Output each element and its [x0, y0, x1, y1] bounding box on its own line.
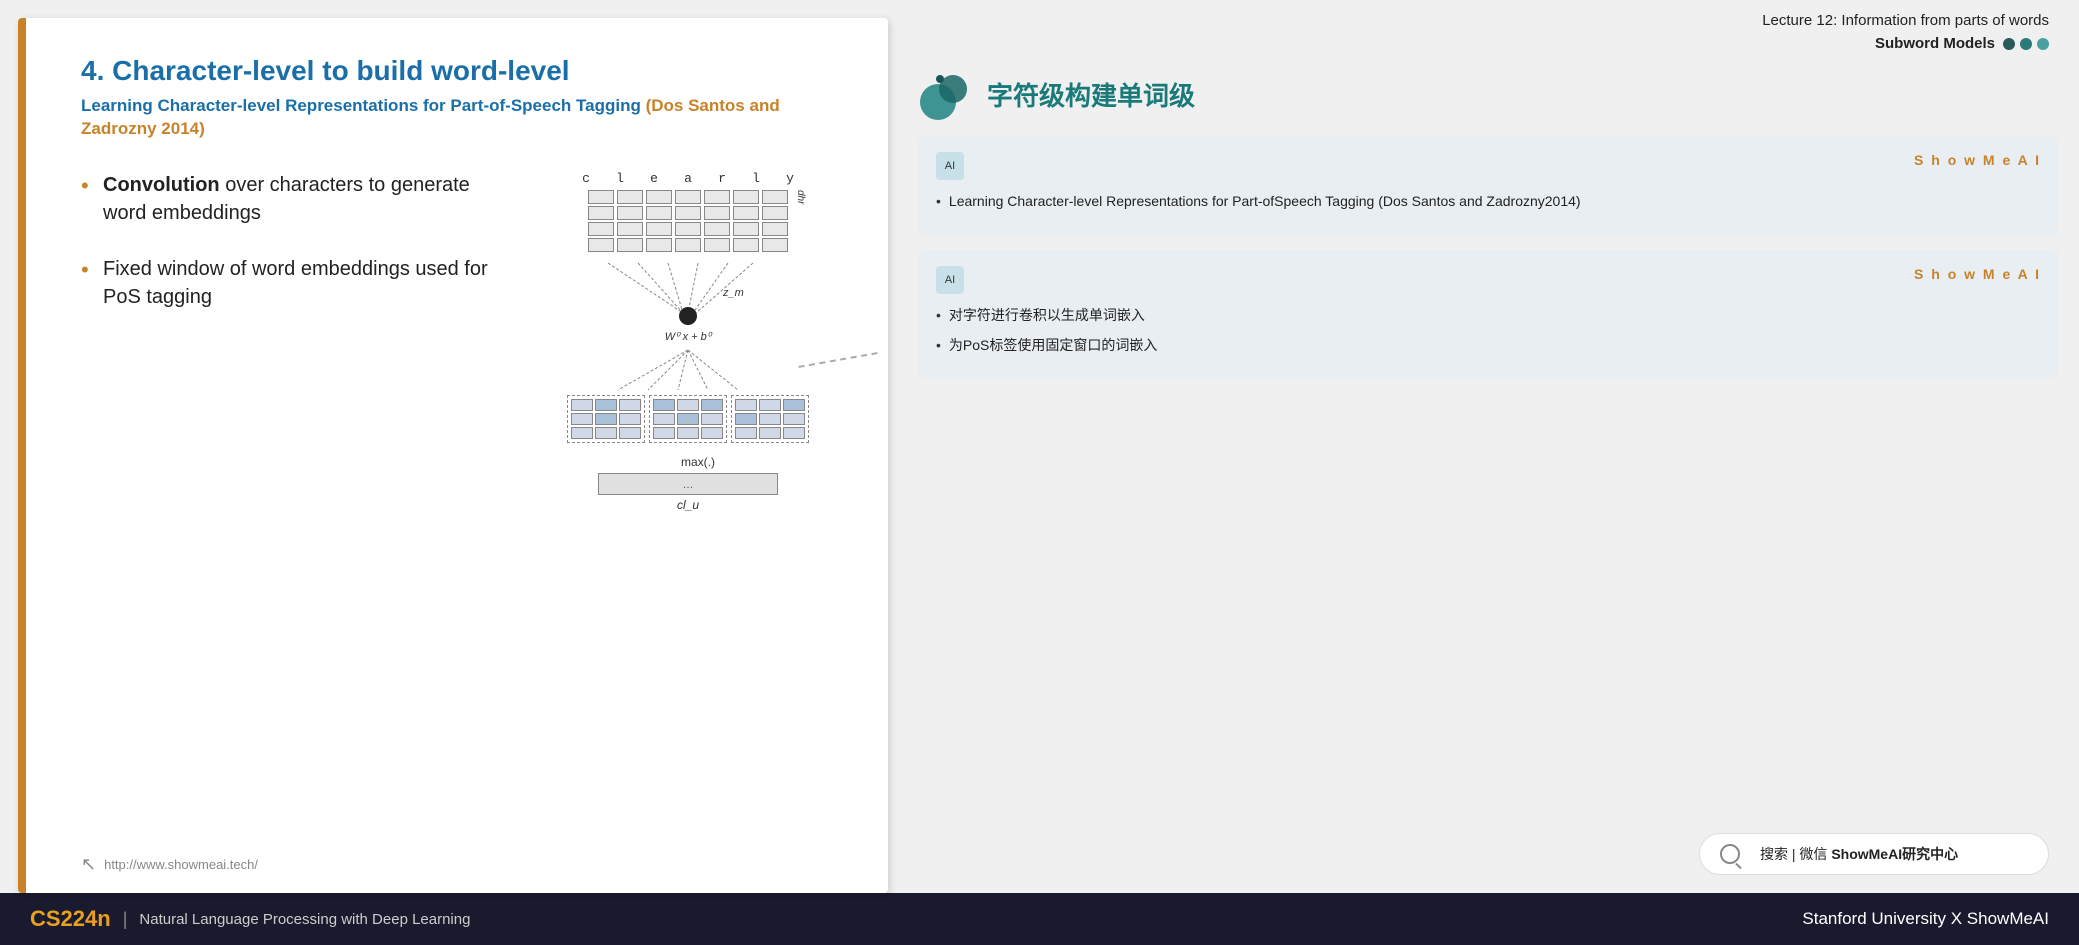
- char-col-1: [588, 190, 614, 252]
- char-e: e: [640, 171, 668, 186]
- bullet1-bold: Convolution: [103, 174, 220, 196]
- bottom-bar: CS224n | Natural Language Processing wit…: [0, 893, 2079, 945]
- max-pool-section: max(.) … cl_u: [528, 455, 848, 512]
- footer-url: http://www.showmeai.tech/: [104, 857, 258, 872]
- conv-group-2: [649, 395, 727, 443]
- char-l2: l: [742, 171, 770, 186]
- card2-ai-icon: AI: [936, 266, 964, 294]
- card1-brand: S h o w M e A I: [1914, 152, 2041, 168]
- section-header: 字符级构建单词级: [918, 67, 2059, 122]
- bottom-subtitle: Natural Language Processing with Deep Le…: [139, 911, 470, 928]
- search-text: 搜索 | 微信 ShowMeAI研究中心: [1760, 844, 1958, 864]
- search-bar[interactable]: 搜索 | 微信 ShowMeAI研究中心: [1699, 833, 2049, 875]
- char-col-7: [762, 190, 788, 252]
- char-y: y: [776, 171, 804, 186]
- bullet-list: Convolution over characters to generate …: [81, 171, 508, 339]
- bottom-left: CS224n | Natural Language Processing wit…: [30, 906, 470, 932]
- bottom-divider: |: [123, 909, 128, 930]
- section-title-zh: 字符级构建单词级: [987, 76, 1195, 113]
- divergence-arrows: [588, 345, 788, 395]
- lecture-header: Lecture 12: Information from parts of wo…: [918, 10, 2059, 55]
- conv-feature-maps: [567, 395, 809, 443]
- connector-line: [798, 352, 877, 368]
- slide-title: 4. Character-level to build word-level: [81, 54, 848, 88]
- slide-body: Convolution over characters to generate …: [81, 171, 848, 512]
- cs224n-label: CS224n: [30, 906, 111, 932]
- char-r: r: [708, 171, 736, 186]
- char-a: a: [674, 171, 702, 186]
- svg-text:z_m: z_m: [722, 287, 744, 299]
- stanford-showmeai-label: Stanford University X ShowMeAI: [1802, 909, 2049, 928]
- char-c: c: [572, 171, 600, 186]
- dot-1: [2003, 38, 2015, 50]
- card2-bullet-dot-1: •: [936, 304, 941, 328]
- slide-subtitle: Learning Character-level Representations…: [81, 94, 848, 142]
- card2-bullet-1: • 对字符进行卷积以生成单词嵌入: [936, 304, 2041, 328]
- search-bar-container: 搜索 | 微信 ShowMeAI研究中心: [918, 833, 2059, 883]
- card1-body: • Learning Character-level Representatio…: [936, 190, 2041, 214]
- lecture-line1: Lecture 12: Information from parts of wo…: [918, 10, 2049, 33]
- main-content: 4. Character-level to build word-level L…: [0, 0, 2079, 893]
- card2-body: • 对字符进行卷积以生成单词嵌入 • 为PoS标签使用固定窗口的词嵌入: [936, 304, 2041, 358]
- char-l: l: [606, 171, 634, 186]
- search-brand: ShowMeAI研究中心: [1831, 846, 1958, 862]
- char-col-4: [675, 190, 701, 252]
- dot-2: [2020, 38, 2032, 50]
- ai-icon-label: AI: [945, 160, 955, 172]
- card2-header: AI S h o w M e A I: [936, 266, 2041, 294]
- subtitle-main: Learning Character-level Representations…: [81, 96, 641, 115]
- convergence-arrows: z_m: [588, 258, 788, 328]
- char-col-5: [704, 190, 730, 252]
- clu-label: cl_u: [677, 498, 699, 512]
- card1-bullet: • Learning Character-level Representatio…: [936, 190, 2041, 214]
- card2-text-1: 对字符进行卷积以生成单词嵌入: [949, 304, 1145, 328]
- bullet-item-1: Convolution over characters to generate …: [81, 171, 508, 227]
- bullet-item-2: Fixed window of word embeddings used for…: [81, 255, 508, 311]
- card2-brand: S h o w M e A I: [1914, 266, 2041, 282]
- bottom-right: Stanford University X ShowMeAI: [1802, 909, 2049, 929]
- card-2: AI S h o w M e A I • 对字符进行卷积以生成单词嵌入 • 为P…: [918, 250, 2059, 380]
- card1-ai-icon: AI: [936, 152, 964, 180]
- card2-text-2: 为PoS标签使用固定窗口的词嵌入: [949, 334, 1157, 358]
- cursor-icon: ↖: [81, 854, 96, 875]
- char-col-2: [617, 190, 643, 252]
- lecture-line2: Subword Models: [1875, 33, 1995, 56]
- conv-group-1: [567, 395, 645, 443]
- dhr-label: dhr: [795, 190, 806, 204]
- section-wave-icon: [918, 67, 973, 122]
- lecture-dots: [2003, 38, 2049, 50]
- right-panel: Lecture 12: Information from parts of wo…: [908, 0, 2079, 893]
- card2-bullet-dot-2: •: [936, 334, 941, 358]
- card1-text: Learning Character-level Representations…: [949, 190, 1581, 214]
- char-embedding-boxes: dhr: [588, 190, 788, 252]
- search-label: 搜索 | 微信: [1760, 846, 1831, 862]
- char-col-6: [733, 190, 759, 252]
- cnn-diagram-area: c l e a r l y: [528, 171, 848, 512]
- formula-text: W⁰ x + b⁰: [665, 330, 711, 343]
- slide-panel: 4. Character-level to build word-level L…: [18, 18, 888, 893]
- ai-icon-label-2: AI: [945, 274, 955, 286]
- card1-bullet-dot: •: [936, 190, 941, 214]
- card1-header: AI S h o w M e A I: [936, 152, 2041, 180]
- card2-bullet-2: • 为PoS标签使用固定窗口的词嵌入: [936, 334, 2041, 358]
- dot-3: [2037, 38, 2049, 50]
- char-col-3: [646, 190, 672, 252]
- max-label: max(.): [681, 455, 715, 469]
- slide-footer: ↖ http://www.showmeai.tech/: [81, 854, 258, 875]
- card-1: AI S h o w M e A I • Learning Character-…: [918, 136, 2059, 236]
- pool-box: …: [598, 473, 778, 495]
- search-icon: [1720, 844, 1740, 864]
- conv-group-3: [731, 395, 809, 443]
- char-labels-row: c l e a r l y: [572, 171, 804, 186]
